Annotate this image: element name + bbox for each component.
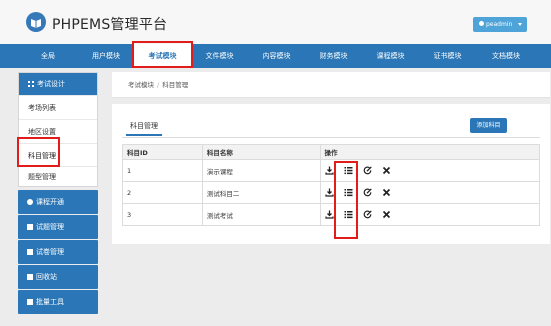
breadcrumb-current: 科目管理	[162, 81, 189, 89]
download-icon[interactable]	[324, 210, 334, 219]
sidebar-button-questions[interactable]: 试题管理	[18, 215, 98, 239]
page: PHPEMS管理平台 peadmin 全局 用户模块 考试模块 文件模块 内容模…	[0, 0, 551, 326]
user-icon	[27, 199, 33, 205]
nav-item-global[interactable]: 全局	[18, 44, 78, 68]
breadcrumb-panel: 考试模块 / 科目管理	[112, 72, 550, 98]
site-title: PHPEMS管理平台	[52, 17, 168, 33]
nav-item-course[interactable]: 课程模块	[362, 44, 419, 68]
cell-subject-name: 演示课程	[201, 159, 321, 182]
nav-highlight-box	[132, 41, 193, 68]
sidebar-button-recycle[interactable]: 回收站	[18, 265, 98, 289]
download-icon[interactable]	[324, 166, 334, 175]
cell-subject-id: 3	[122, 203, 203, 226]
table-row: 2 测试科目二	[122, 181, 541, 204]
breadcrumb: 考试模块 / 科目管理	[128, 72, 188, 98]
nav-item-certificate[interactable]: 证书模块	[419, 44, 476, 68]
grid-icon	[28, 81, 34, 87]
subject-panel: 科目管理 添加科目 科目ID 科目名称 操作 1 演示课程 2 测试科目二 3 …	[112, 104, 550, 244]
cell-subject-id: 1	[122, 159, 203, 182]
sidebar-button-label: 回收站	[36, 273, 57, 281]
sidebar-button-papers[interactable]: 试卷管理	[18, 240, 98, 264]
sidebar-item-question-types[interactable]: 题型管理	[19, 166, 97, 187]
tab-divider	[122, 137, 540, 138]
tab-subject-management[interactable]: 科目管理	[126, 116, 162, 136]
header: PHPEMS管理平台 peadmin	[0, 0, 551, 44]
paper-icon	[27, 249, 33, 255]
top-nav: 全局 用户模块 考试模块 文件模块 内容模块 财务模块 课程模块 证书模块 文档…	[0, 44, 551, 68]
download-icon[interactable]	[324, 188, 334, 197]
sidebar-button-label: 试卷管理	[36, 248, 64, 256]
column-header-actions: 操作	[319, 144, 541, 160]
sidebar-highlight-box	[17, 137, 60, 167]
actions-highlight-box	[334, 161, 358, 239]
sidebar-exam-design: 考试设计 考场列表 地区设置 科目管理 题型管理	[18, 72, 98, 187]
sidebar-group-title: 考试设计	[37, 80, 65, 88]
sidebar-button-label: 试题管理	[36, 223, 64, 231]
table-header-row: 科目ID 科目名称 操作	[122, 144, 541, 160]
table-row: 1 演示课程	[122, 159, 541, 182]
subject-table: 科目ID 科目名称 操作 1 演示课程 2 测试科目二 3 测试考试	[122, 144, 541, 226]
cell-subject-name: 测试考试	[201, 203, 321, 226]
sidebar-button-label: 课程开通	[36, 198, 64, 206]
add-subject-button[interactable]: 添加科目	[470, 118, 507, 133]
breadcrumb-separator: /	[157, 81, 160, 89]
edit-icon[interactable]	[363, 166, 372, 175]
wrench-icon	[27, 299, 33, 305]
user-menu-button[interactable]: peadmin	[473, 17, 527, 32]
sidebar-item-exam-rooms[interactable]: 考场列表	[19, 95, 97, 119]
delete-icon[interactable]	[382, 210, 391, 219]
nav-item-docs[interactable]: 文档模块	[476, 44, 536, 68]
breadcrumb-root[interactable]: 考试模块	[128, 81, 154, 89]
delete-icon[interactable]	[382, 166, 391, 175]
cell-subject-id: 2	[122, 181, 203, 204]
column-header-id: 科目ID	[122, 144, 203, 160]
wrench-icon	[27, 224, 33, 230]
sidebar-group-header[interactable]: 考试设计	[19, 73, 97, 95]
nav-item-users[interactable]: 用户模块	[78, 44, 134, 68]
column-header-name: 科目名称	[201, 144, 321, 160]
sidebar-button-label: 批量工具	[36, 298, 64, 306]
user-name: peadmin	[486, 21, 513, 28]
cell-subject-name: 测试科目二	[201, 181, 321, 204]
edit-icon[interactable]	[363, 210, 372, 219]
nav-item-files[interactable]: 文件模块	[191, 44, 248, 68]
sidebar-button-batch-tools[interactable]: 批量工具	[18, 290, 98, 314]
edit-icon[interactable]	[363, 188, 372, 197]
trash-icon	[27, 274, 33, 280]
delete-icon[interactable]	[382, 188, 391, 197]
nav-item-finance[interactable]: 财务模块	[305, 44, 362, 68]
nav-item-content[interactable]: 内容模块	[248, 44, 305, 68]
sidebar-button-course-open[interactable]: 课程开通	[18, 190, 98, 214]
user-icon	[479, 21, 484, 26]
caret-down-icon	[518, 23, 522, 26]
book-logo-icon[interactable]	[26, 12, 46, 32]
table-row: 3 测试考试	[122, 203, 541, 226]
